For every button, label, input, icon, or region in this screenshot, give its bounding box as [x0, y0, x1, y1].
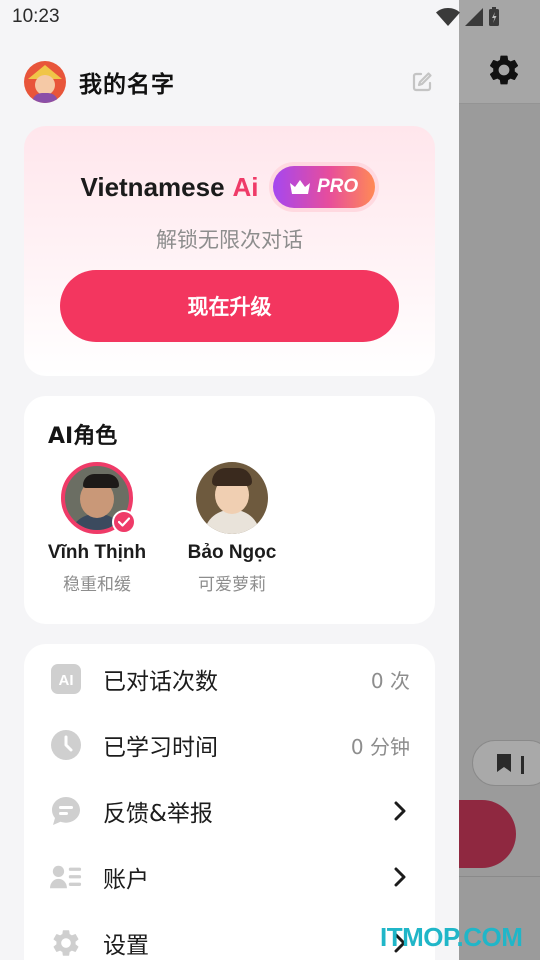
pro-title: Vietnamese Ai	[80, 172, 258, 203]
background-bookmark-chip	[472, 740, 540, 786]
settings-gear-icon[interactable]	[486, 52, 522, 88]
pro-title-text: Vietnamese	[80, 171, 225, 202]
background-divider	[458, 876, 540, 877]
battery-icon	[489, 7, 499, 26]
pro-badge-inner: PRO	[272, 166, 375, 208]
menu-item-account[interactable]: 账户	[24, 844, 435, 910]
menu-value: 0 次	[370, 668, 410, 693]
menu-item-feedback[interactable]: 反馈&举报	[24, 778, 435, 844]
pro-badge-label: PRO	[316, 176, 359, 197]
status-bar	[0, 0, 459, 36]
menu-item-settings[interactable]: 设置	[24, 910, 435, 960]
profile-row[interactable]: 我的名字	[24, 60, 438, 104]
chip-divider	[521, 756, 524, 774]
account-icon	[50, 861, 82, 893]
menu-item-chat-count[interactable]: AI 已对话次数 0 次	[24, 646, 435, 712]
chevron-right-icon	[394, 867, 406, 887]
gear-icon	[50, 927, 82, 959]
profile-name: 我的名字	[79, 72, 175, 98]
wifi-icon	[436, 8, 460, 26]
svg-text:AI: AI	[59, 672, 74, 689]
chevron-right-icon	[394, 801, 406, 821]
watermark: ITMOP.COM	[380, 922, 523, 952]
status-time: 10:23	[12, 6, 60, 27]
menu-label: 已对话次数	[103, 669, 218, 695]
menu-label: 设置	[103, 933, 149, 959]
upgrade-button[interactable]: 现在升级	[60, 270, 399, 342]
menu-label: 反馈&举报	[103, 801, 213, 827]
role-name: Vĩnh Thịnh	[47, 542, 147, 563]
ai-icon: AI	[50, 663, 82, 695]
pro-title-accent: Ai	[232, 171, 259, 202]
bookmark-icon	[497, 754, 511, 772]
pro-title-row: Vietnamese Ai PRO	[24, 162, 435, 212]
pro-badge: PRO	[268, 162, 379, 212]
menu-label: 账户	[103, 867, 149, 893]
role-desc: 稳重和缓	[63, 575, 131, 595]
menu-card: AI 已对话次数 0 次 已学习时间 0 分钟 反馈&举报 账户 设置	[24, 644, 435, 960]
menu-label: 已学习时间	[103, 735, 218, 761]
menu-item-study-time[interactable]: 已学习时间 0 分钟	[24, 712, 435, 778]
ai-role-card: AI角色 Vĩnh Thịnh 稳重和缓 Bảo Ngọc 可爱萝莉	[24, 396, 435, 624]
pro-subtitle: 解锁无限次对话	[156, 228, 303, 252]
signal-icon	[465, 8, 483, 26]
role-item-vinh-thinh[interactable]: Vĩnh Thịnh 稳重和缓	[42, 462, 152, 595]
role-avatar-female[interactable]	[196, 462, 268, 534]
status-icons	[436, 6, 500, 28]
menu-value: 0 分钟	[350, 734, 410, 759]
clock-icon	[50, 729, 82, 761]
crown-icon	[289, 180, 310, 194]
feedback-icon	[50, 795, 82, 827]
role-name: Bảo Ngọc	[187, 542, 277, 563]
selected-check-icon	[112, 510, 136, 534]
pro-upgrade-card: Vietnamese Ai PRO 解锁无限次对话 现在升级	[24, 126, 435, 376]
avatar[interactable]	[24, 61, 66, 103]
role-item-bao-ngoc[interactable]: Bảo Ngọc 可爱萝莉	[177, 462, 287, 595]
ai-role-title: AI角色	[48, 424, 118, 449]
role-desc: 可爱萝莉	[198, 575, 266, 595]
navigation-drawer: 我的名字 Vietnamese Ai PRO 解锁无限次对话 现在升级 AI角色…	[0, 0, 459, 960]
edit-icon[interactable]	[410, 70, 434, 94]
